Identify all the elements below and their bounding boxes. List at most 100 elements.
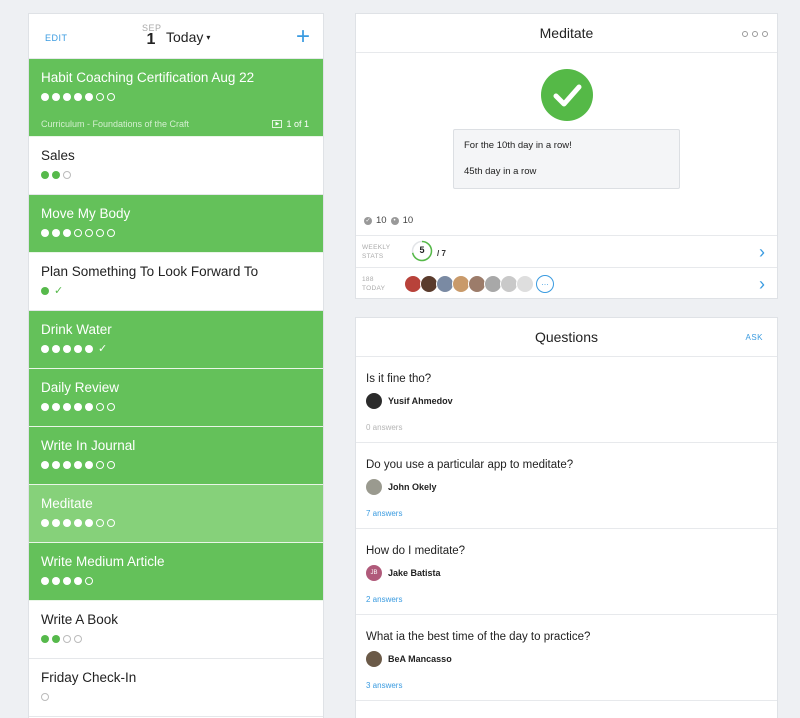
progress-dot (63, 577, 71, 585)
avatar: JB (366, 565, 382, 581)
habit-progress-dots (41, 460, 323, 470)
question-author: BeA Mancasso (366, 651, 777, 667)
weekly-label-line2: STATS (362, 253, 384, 260)
progress-dot (96, 229, 104, 237)
avatar (366, 651, 382, 667)
habit-name: Plan Something To Look Forward To (41, 264, 259, 279)
habit-row[interactable]: Meditate (29, 485, 323, 543)
progress-dot (41, 519, 49, 527)
question-author: John Okely (366, 479, 777, 495)
progress-dot (41, 229, 49, 237)
question-item[interactable]: How do I meditate? JB Jake Batista 2 answer… (356, 529, 777, 615)
habit-row[interactable]: Write A Book (29, 601, 323, 659)
question-text: Do you use a particular app to meditate? (366, 459, 574, 471)
question-item[interactable]: Do you use a particular app to meditate?… (356, 443, 777, 529)
habit-list-panel: EDIT SEP 1 Today ▾ + Habit Coaching Certi… (28, 13, 324, 718)
play-icon: ▶ (272, 120, 283, 128)
comment-count-icon: • (390, 216, 399, 225)
answer-count[interactable]: 0 answers (366, 423, 402, 432)
answer-count[interactable]: 2 answers (366, 595, 402, 604)
chevron-right-icon[interactable]: › (759, 242, 765, 263)
more-participants-icon[interactable]: … (536, 275, 554, 293)
habit-row[interactable]: Habit Coaching Certification Aug 22 Curri… (29, 59, 323, 137)
author-name[interactable]: Yusif Ahmedov (388, 396, 453, 406)
progress-dot (63, 171, 71, 179)
habit-list-header: EDIT SEP 1 Today ▾ + (29, 14, 323, 59)
question-author: JB Jake Batista (366, 565, 777, 581)
progress-dot (74, 635, 82, 643)
habit-name: Write In Journal (41, 438, 136, 453)
progress-dot (63, 461, 71, 469)
question-list: Is it fine tho? Yusif Ahmedov 0 answers Do … (356, 357, 777, 701)
check-count-icon: ✓ (364, 216, 372, 225)
habit-subtitle: Curriculum - Foundations of the Craft (41, 119, 190, 129)
comment-count: 10 (402, 215, 414, 226)
habit-row[interactable]: Friday Check-In (29, 659, 323, 717)
today-participants-row[interactable]: 188 TODAY … › (356, 267, 777, 299)
progress-dot (52, 93, 60, 101)
progress-dot (41, 577, 49, 585)
habit-row[interactable]: Write Medium Article (29, 543, 323, 601)
habit-progress-dots (41, 576, 323, 586)
habit-progress-dots (41, 170, 323, 180)
progress-dot (41, 345, 49, 353)
habit-row[interactable]: Write In Journal (29, 427, 323, 485)
habit-detail-title: Meditate (539, 25, 594, 41)
progress-dot (107, 93, 115, 101)
habit-row[interactable]: Daily Review (29, 369, 323, 427)
habit-row[interactable]: Move My Body (29, 195, 323, 253)
question-item[interactable]: Is it fine tho? Yusif Ahmedov 0 answers (356, 357, 777, 443)
add-habit-icon[interactable]: + (296, 23, 310, 51)
progress-dot (96, 93, 104, 101)
habit-name: Move My Body (41, 206, 131, 221)
progress-dot (63, 93, 71, 101)
habit-name: Meditate (41, 496, 93, 511)
weekly-stats-row[interactable]: WEEKLY STATS 5 / 7 › (356, 235, 777, 267)
question-text: What ia the best time of the day to prac… (366, 631, 591, 643)
ask-button[interactable]: ASK (745, 333, 763, 342)
habit-row[interactable]: Drink Water ✓ (29, 311, 323, 369)
questions-title: Questions (534, 329, 599, 345)
reaction-counts: ✓ 10 • 10 (364, 215, 413, 226)
habit-progress-dots (41, 228, 323, 238)
chevron-down-icon: ▾ (206, 33, 211, 42)
habit-progress-dots (41, 634, 323, 644)
progress-dot (74, 519, 82, 527)
habit-name: Daily Review (41, 380, 120, 395)
habit-row[interactable]: Sales (29, 137, 323, 195)
answer-count[interactable]: 7 answers (366, 509, 402, 518)
progress-dot (107, 403, 115, 411)
progress-dot (63, 635, 71, 643)
question-text: Is it fine tho? (366, 373, 432, 385)
more-options-icon[interactable] (742, 31, 768, 37)
progress-dot (107, 229, 115, 237)
progress-dot (74, 577, 82, 585)
habit-name: Habit Coaching Certification Aug 22 (41, 70, 255, 85)
questions-card: Questions ASK Is it fine tho? Yusif Ahmed… (355, 317, 778, 718)
habit-row[interactable]: Plan Something To Look Forward To ✓ (29, 253, 323, 311)
author-name[interactable]: John Okely (388, 482, 437, 492)
weekly-value: 5 (419, 245, 425, 255)
questions-header: Questions ASK (356, 318, 777, 357)
habit-list: Habit Coaching Certification Aug 22 Curri… (29, 59, 323, 717)
day-selector[interactable]: Today ▾ (166, 29, 210, 45)
progress-dot (52, 345, 60, 353)
chevron-right-icon[interactable]: › (759, 274, 765, 295)
today-count: 188 (362, 276, 374, 283)
progress-dot (52, 229, 60, 237)
habit-name: Sales (41, 148, 75, 163)
author-name[interactable]: BeA Mancasso (388, 654, 452, 664)
question-item[interactable]: What ia the best time of the day to prac… (356, 615, 777, 701)
progress-dot (63, 519, 71, 527)
habit-progress-dots: ✓ (41, 344, 323, 355)
progress-dot (107, 519, 115, 527)
avatar (366, 479, 382, 495)
progress-dot (52, 403, 60, 411)
streak-message-line1: For the 10th day in a row! (464, 140, 572, 151)
progress-dot (85, 403, 93, 411)
edit-button[interactable]: EDIT (45, 33, 68, 43)
answer-count[interactable]: 3 answers (366, 681, 402, 690)
author-name[interactable]: Jake Batista (388, 568, 441, 578)
progress-dot (52, 635, 60, 643)
completed-check-icon (541, 69, 593, 121)
